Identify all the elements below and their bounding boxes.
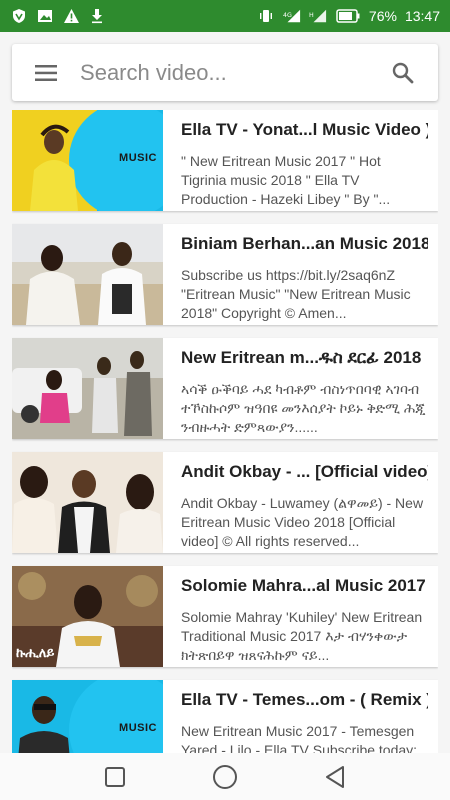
- video-item[interactable]: New Eritrean m...ዱስ ደርፊ 2018 ኣሳቕ ዑቕባይ ሓደ…: [12, 338, 438, 439]
- video-info: Solomie Mahra...al Music 2017 Solomie Ma…: [163, 566, 438, 667]
- search-bar: [12, 44, 438, 101]
- signal-icon: 4G: [283, 7, 301, 25]
- battery-icon: [335, 7, 361, 25]
- warning-icon: [62, 7, 80, 25]
- video-description: ኣሳቕ ዑቕባይ ሓደ ካብቶም ብስነጥበባዊ ኣገባብ ተኾስኩሶም ዝዓበ…: [181, 381, 426, 435]
- circle-icon: [213, 764, 237, 789]
- video-thumbnail[interactable]: MUSIC: [12, 110, 163, 211]
- clock: 13:47: [404, 8, 440, 24]
- battery-percent: 76%: [368, 8, 397, 24]
- video-thumbnail[interactable]: ኩሒለይ: [12, 566, 163, 667]
- video-title: Biniam Berhan...an Music 2018: [181, 234, 428, 253]
- video-thumbnail[interactable]: [12, 452, 163, 553]
- video-item[interactable]: Andit Okbay - ... [Official video] Andit…: [12, 452, 438, 553]
- video-description: Andit Okbay - Luwamey (ልዋመይ) - New Eritr…: [181, 495, 424, 549]
- home-button[interactable]: [201, 757, 249, 797]
- video-title: Ella TV - Yonat...l Music Video ): [181, 120, 428, 139]
- video-info: Ella TV - Yonat...l Music Video ) " New …: [163, 110, 438, 211]
- status-bar: 4G H 76% 13:47: [0, 0, 450, 32]
- image-icon: [36, 7, 54, 25]
- svg-text:4G: 4G: [283, 12, 292, 19]
- thumbnail-label: ኩሒለይ: [16, 645, 55, 660]
- video-info: Biniam Berhan...an Music 2018 Subscribe …: [163, 224, 438, 325]
- hamburger-menu-icon[interactable]: [12, 44, 80, 101]
- back-button[interactable]: [311, 757, 359, 797]
- back-triangle-icon: [326, 765, 344, 788]
- status-right-icons: 4G H 76% 13:47: [257, 7, 440, 25]
- square-icon: [105, 766, 125, 787]
- search-input[interactable]: [80, 59, 369, 86]
- video-item[interactable]: MUSIC Ella TV - Temes...om - ( Remix ) N…: [12, 680, 438, 753]
- video-item[interactable]: Biniam Berhan...an Music 2018 Subscribe …: [12, 224, 438, 325]
- video-description: New Eritrean Music 2017 - Temesgen Yared…: [181, 723, 418, 753]
- signal-2-icon: H: [309, 7, 327, 25]
- video-item[interactable]: ኩሒለይ Solomie Mahra...al Music 2017 Solom…: [12, 566, 438, 667]
- video-info: New Eritrean m...ዱስ ደርፊ 2018 ኣሳቕ ዑቕባይ ሓደ…: [163, 338, 438, 439]
- video-title: New Eritrean m...ዱስ ደርፊ 2018: [181, 348, 422, 367]
- video-title: Solomie Mahra...al Music 2017: [181, 576, 426, 595]
- video-thumbnail[interactable]: [12, 338, 163, 439]
- video-description: Subscribe us https://bit.ly/2saq6nZ "Eri…: [181, 267, 411, 321]
- video-item[interactable]: MUSIC Ella TV - Yonat...l Music Video ) …: [12, 110, 438, 211]
- video-info: Andit Okbay - ... [Official video] Andit…: [163, 452, 438, 553]
- shield-icon: [10, 7, 28, 25]
- video-info: Ella TV - Temes...om - ( Remix ) New Eri…: [163, 680, 438, 753]
- video-description: " New Eritrean Music 2017 " Hot Tigrinia…: [181, 153, 391, 207]
- video-title: Ella TV - Temes...om - ( Remix ): [181, 690, 428, 709]
- video-thumbnail[interactable]: [12, 224, 163, 325]
- status-left-icons: [10, 7, 106, 25]
- thumbnail-label: MUSIC: [119, 722, 157, 734]
- thumbnail-label: MUSIC: [119, 152, 157, 164]
- system-nav-bar: [0, 753, 450, 800]
- search-icon[interactable]: [368, 44, 438, 101]
- video-title: Andit Okbay - ... [Official video]: [181, 462, 428, 481]
- download-icon: [88, 7, 106, 25]
- video-description: Solomie Mahray 'Kuhiley' New Eritrean Tr…: [181, 609, 423, 663]
- recents-button[interactable]: [91, 757, 139, 797]
- svg-text:H: H: [309, 12, 314, 19]
- video-list: MUSIC Ella TV - Yonat...l Music Video ) …: [12, 110, 438, 753]
- video-thumbnail[interactable]: MUSIC: [12, 680, 163, 753]
- vibrate-icon: [257, 7, 275, 25]
